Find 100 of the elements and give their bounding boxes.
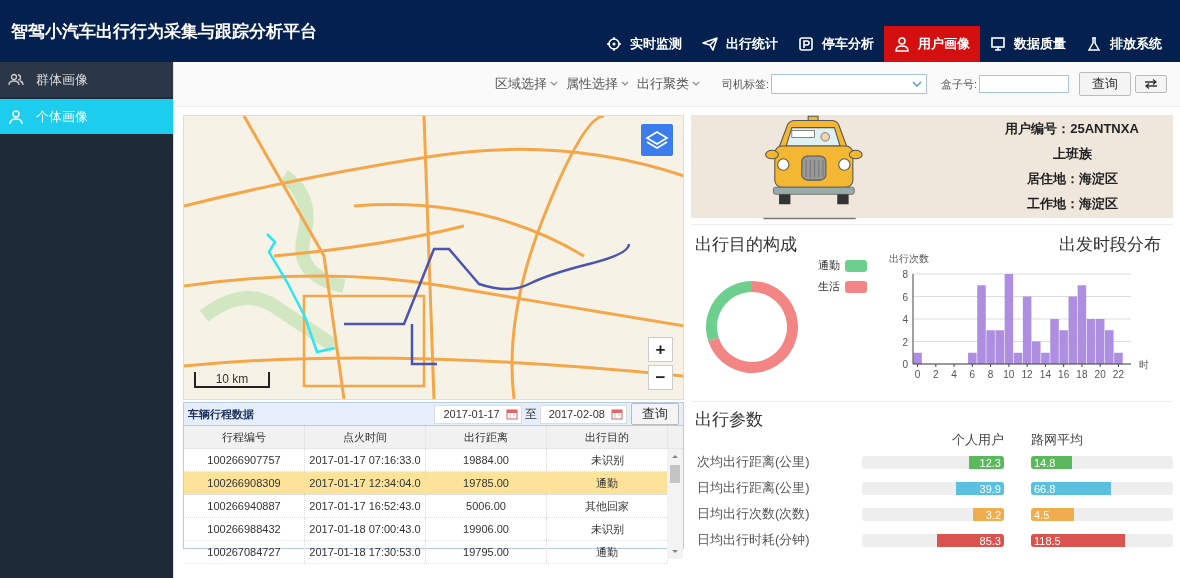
param-label: 日均出行次数(次数) — [696, 505, 811, 523]
table-cell: 2017-01-18 17:30:53.0 — [305, 541, 426, 563]
bar-fill: 85.3 — [937, 533, 1004, 547]
field-label: 司机标签: — [721, 76, 769, 92]
users-icon — [8, 71, 24, 88]
query-button[interactable]: 查询 — [631, 403, 679, 425]
profile-text: 用户编号：25ANTNXA — [1005, 120, 1139, 138]
bar-fill: 39.9 — [955, 481, 1004, 495]
calendar-icon — [505, 408, 518, 420]
bar-fill: 66.8 — [1031, 481, 1111, 495]
nav-tab[interactable]: 实时监测 — [596, 26, 692, 62]
tick-label: 22 — [1112, 369, 1124, 380]
column-header: 点火时间 — [305, 426, 426, 448]
app-title: 智驾小汽车出行行为采集与跟踪分析平台 — [10, 21, 317, 43]
section-title: 出行参数 — [694, 409, 764, 431]
chevron-down-icon — [620, 81, 629, 87]
filter-dropdown[interactable]: 出行聚类 — [636, 75, 700, 93]
table-cell: 19785.00 — [426, 472, 547, 494]
table-cell: 2017-01-18 07:00:43.0 — [305, 518, 426, 540]
scale-bar: 10 km — [194, 372, 270, 388]
nav-tab[interactable]: 停车分析 — [788, 26, 884, 62]
layers-icon — [645, 130, 669, 150]
table-cell: 100266988432 — [184, 518, 305, 540]
nav-tab[interactable]: 用户画像 — [884, 26, 980, 62]
table-cell: 19906.00 — [426, 518, 547, 540]
parking-icon — [798, 36, 814, 52]
profile-text: 工作地：海淀区 — [1026, 195, 1118, 213]
tick-label: 4 — [951, 369, 957, 380]
column-header: 路网平均 — [1030, 431, 1084, 449]
flask-icon — [1086, 36, 1102, 52]
table-row[interactable]: 100266908309 2017-01-17 12:34:04.0 19785.00 通勤 — [184, 472, 667, 495]
param-label: 日均出行距离(公里) — [696, 479, 811, 497]
layers-button[interactable] — [641, 124, 673, 156]
histogram-bar — [1095, 319, 1105, 364]
table-cell: 2017-01-17 16:52:43.0 — [305, 495, 426, 517]
axis-title: 出行次数 — [889, 253, 929, 264]
axis-title: 时 — [1139, 359, 1149, 370]
table-cell: 100266940887 — [184, 495, 305, 517]
table-cell: 100266907757 — [184, 449, 305, 471]
query-button[interactable]: 查询 — [1079, 72, 1131, 96]
bar-fill: 4.5 — [1031, 507, 1074, 521]
tick-label: 20 — [1094, 369, 1106, 380]
bar-fill: 118.5 — [1031, 533, 1125, 547]
tick-label: 8 — [902, 269, 908, 280]
nav-tab[interactable]: 出行统计 — [692, 26, 788, 62]
crosshair-icon — [606, 36, 622, 52]
table-cell: 100267084727 — [184, 541, 305, 563]
field-label: 盒子号: — [940, 76, 977, 92]
monitor-icon — [990, 36, 1006, 52]
tick-label: 8 — [987, 369, 994, 380]
sidebar-item[interactable]: 群体画像 — [0, 62, 173, 97]
table-cell: 19884.00 — [426, 449, 547, 471]
table-cell: 19795.00 — [426, 541, 547, 563]
profile-text: 居住地：海淀区 — [1026, 170, 1118, 188]
tick-label: 0 — [914, 369, 921, 380]
swap-arrows-icon — [1144, 79, 1158, 89]
date-field[interactable]: 2017-02-08 — [539, 404, 627, 424]
tick-label: 10 — [1003, 369, 1015, 380]
param-label: 次均出行距离(公里) — [696, 453, 811, 471]
table-cell: 5006.00 — [426, 495, 547, 517]
chevron-down-icon — [549, 81, 558, 87]
table-cell: 100266908309 — [184, 472, 305, 494]
section-title: 出发时段分布 — [1058, 234, 1162, 256]
column-header: 出行距离 — [426, 426, 547, 448]
tick-label: 6 — [969, 369, 976, 380]
column-header: 行程编号 — [184, 426, 305, 448]
nav-tab[interactable]: 排放系统 — [1076, 26, 1172, 62]
table-cell: 2017-01-17 12:34:04.0 — [305, 472, 426, 494]
bar-fill: 12.3 — [968, 455, 1004, 469]
bar-fill: 14.8 — [1031, 455, 1073, 469]
panel-title: 车辆行程数据 — [188, 406, 254, 422]
param-label: 日均出行时耗(分钟) — [696, 531, 811, 549]
chevron-down-icon — [691, 81, 700, 87]
filter-dropdown[interactable]: 属性选择 — [565, 75, 629, 93]
swap-button[interactable] — [1135, 75, 1167, 93]
histogram-bar — [913, 352, 922, 364]
paper-plane-icon — [702, 36, 718, 52]
tick-label: 2 — [933, 369, 939, 380]
column-header: 个人用户 — [950, 431, 1005, 449]
tick-label: 4 — [902, 314, 908, 325]
tick-label: 14 — [1039, 369, 1051, 380]
filter-dropdown[interactable]: 区域选择 — [494, 75, 558, 93]
bar-fill: 3.2 — [972, 507, 1004, 521]
tick-label: 16 — [1058, 369, 1070, 380]
date-field[interactable]: 2017-01-17 — [434, 404, 522, 424]
range-separator: 至 — [524, 405, 537, 423]
profile-text: 上班族 — [1052, 145, 1092, 163]
legend-label: 生活 — [818, 279, 840, 294]
legend-label: 通勤 — [818, 258, 840, 273]
box-number-input[interactable] — [979, 75, 1069, 93]
tick-label: 6 — [902, 291, 908, 303]
tick-label: 2 — [902, 336, 908, 348]
zoom-in-button[interactable]: + — [648, 337, 673, 362]
chevron-down-icon — [911, 80, 922, 88]
nav-tab[interactable]: 数据质量 — [980, 26, 1076, 62]
table-cell: 2017-01-17 07:16:33.0 — [305, 449, 426, 471]
section-title: 出行目的构成 — [694, 234, 798, 256]
zoom-out-button[interactable]: − — [648, 365, 673, 390]
column-header: 出行目的 — [547, 426, 668, 448]
calendar-icon — [611, 408, 623, 420]
